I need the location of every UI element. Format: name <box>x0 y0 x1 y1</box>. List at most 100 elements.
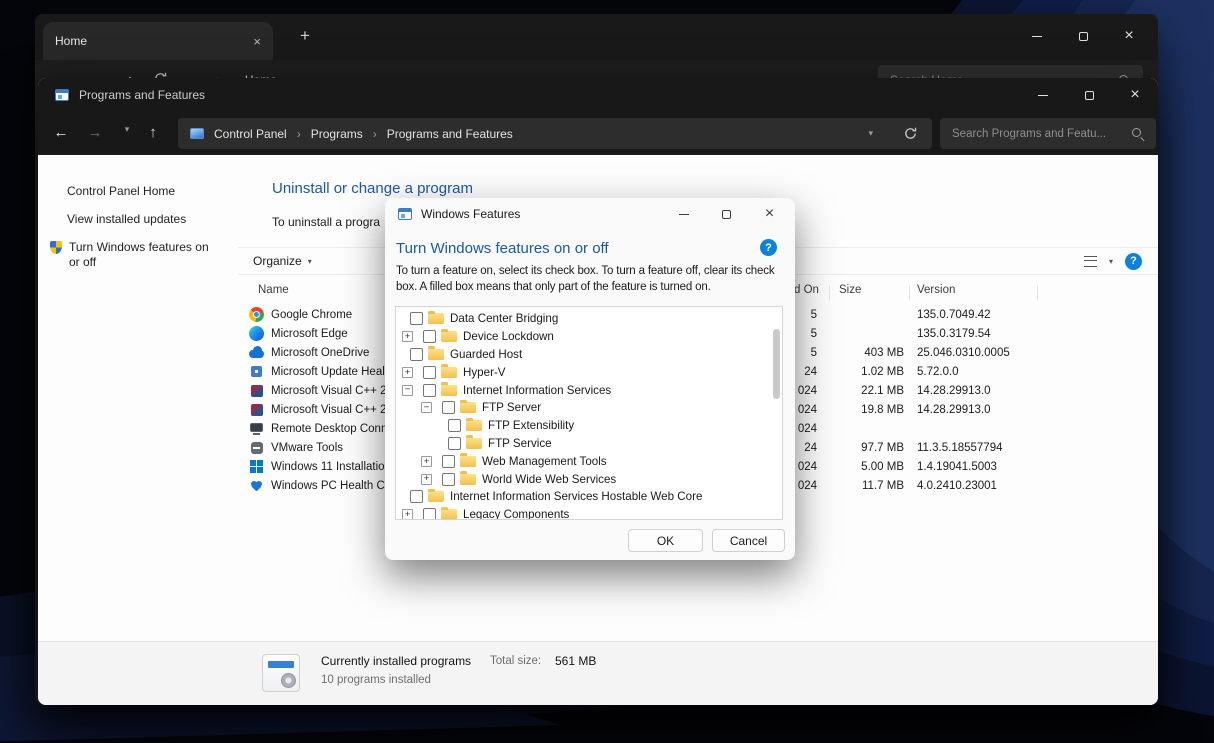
search-icon <box>1131 127 1144 140</box>
feature-checkbox[interactable] <box>448 419 461 432</box>
folder-icon <box>428 313 444 324</box>
minimize-button[interactable] <box>1014 18 1060 54</box>
back-icon[interactable]: ← <box>46 124 76 141</box>
breadcrumb[interactable]: Control Panel Programs Programs and Feat… <box>178 118 932 149</box>
sidebar-item-view-installed-updates[interactable]: View installed updates <box>38 205 238 233</box>
version-cell: 135.0.7049.42 <box>909 309 1037 321</box>
expand-icon[interactable]: + <box>421 456 432 467</box>
feature-checkbox[interactable] <box>423 508 436 520</box>
folder-icon <box>441 331 457 342</box>
column-divider[interactable] <box>909 285 910 300</box>
feature-row[interactable]: − Internet Information Services <box>396 381 782 399</box>
help-icon[interactable]: ? <box>1125 253 1142 270</box>
column-divider[interactable] <box>1037 285 1038 300</box>
search-box[interactable]: Search Programs and Featu... <box>940 118 1156 149</box>
features-tree: Data Center Bridging+Device Lockdown Guar… <box>395 306 783 520</box>
breadcrumb-item[interactable]: Control Panel <box>214 127 287 141</box>
address-dropdown-icon[interactable]: ▾ <box>868 128 873 139</box>
column-header-installed-on[interactable]: d On <box>794 284 819 296</box>
folder-icon <box>460 456 476 467</box>
up-icon[interactable]: ↑ <box>138 124 168 141</box>
version-cell: 1.4.19041.5003 <box>909 461 1037 473</box>
version-cell: 5.72.0.0 <box>909 366 1037 378</box>
column-header-version[interactable]: Version <box>917 284 955 296</box>
breadcrumb-item[interactable]: Programs <box>311 127 363 141</box>
folder-icon <box>441 385 457 396</box>
collapse-icon[interactable]: − <box>421 402 432 413</box>
version-cell: 14.28.29913.0 <box>909 404 1037 416</box>
feature-checkbox[interactable] <box>442 455 455 468</box>
feature-checkbox[interactable] <box>448 437 461 450</box>
feature-checkbox[interactable] <box>423 330 436 343</box>
feature-row[interactable]: + Hyper-V <box>396 363 782 381</box>
column-divider[interactable] <box>829 285 830 300</box>
dialog-description: To turn a feature on, select its check b… <box>396 264 778 295</box>
feature-label: Legacy Components <box>463 508 569 520</box>
feature-checkbox[interactable] <box>423 366 436 379</box>
feature-checkbox[interactable] <box>410 490 423 503</box>
folder-icon <box>441 367 457 378</box>
column-header-name[interactable]: Name <box>258 284 289 296</box>
collapse-icon[interactable]: − <box>402 385 413 396</box>
program-name: Microsoft OneDrive <box>271 347 369 359</box>
new-tab-button[interactable] <box>293 26 317 46</box>
view-options-icon[interactable] <box>1084 256 1097 267</box>
feature-label: Hyper-V <box>463 366 506 379</box>
feature-row[interactable]: +World Wide Web Services <box>396 470 782 488</box>
size-cell: 5.00 MB <box>829 461 909 473</box>
feature-row[interactable]: Internet Information Services Hostable W… <box>396 488 782 506</box>
tab-close-icon[interactable] <box>253 34 261 49</box>
refresh-icon[interactable] <box>903 126 918 141</box>
close-button[interactable] <box>748 199 791 229</box>
maximize-button[interactable] <box>1066 78 1112 112</box>
feature-row[interactable]: −FTP Server <box>396 399 782 417</box>
breadcrumb-item[interactable]: Programs and Features <box>387 127 513 141</box>
vc-icon <box>249 383 264 398</box>
health-icon <box>249 478 264 493</box>
feature-checkbox[interactable] <box>423 384 436 397</box>
forward-icon[interactable]: → <box>80 124 110 141</box>
feature-checkbox[interactable] <box>442 473 455 486</box>
feature-row[interactable]: +Device Lockdown <box>396 328 782 346</box>
cancel-button[interactable]: Cancel <box>712 529 785 552</box>
expand-icon[interactable]: + <box>421 474 432 485</box>
column-header-size[interactable]: Size <box>839 284 861 296</box>
windows-features-icon <box>398 208 412 220</box>
expand-icon[interactable]: + <box>402 509 413 520</box>
ok-button[interactable]: OK <box>628 529 703 552</box>
feature-row[interactable]: FTP Service <box>396 435 782 453</box>
close-button[interactable] <box>1106 18 1152 54</box>
scrollbar-thumb[interactable] <box>773 329 780 399</box>
expand-icon[interactable]: + <box>402 367 413 378</box>
feature-row[interactable]: + Legacy Components <box>396 506 782 520</box>
feature-row[interactable]: +Web Management Tools <box>396 452 782 470</box>
feature-row[interactable]: Guarded Host <box>396 346 782 364</box>
sidebar-item-turn-windows-features[interactable]: Turn Windows features on or off <box>38 233 238 277</box>
organize-button[interactable]: Organize <box>253 254 302 268</box>
size-cell: 1.02 MB <box>829 366 909 378</box>
feature-checkbox[interactable] <box>410 312 423 325</box>
maximize-button[interactable] <box>1060 18 1106 54</box>
folder-icon <box>441 509 457 520</box>
program-name: Microsoft Update Heal <box>271 366 385 378</box>
help-icon[interactable]: ? <box>760 239 777 256</box>
minimize-button[interactable] <box>1020 78 1066 112</box>
folder-icon <box>466 438 482 449</box>
program-name: Windows 11 Installatio <box>271 461 385 473</box>
folder-icon <box>460 474 476 485</box>
close-button[interactable] <box>1112 78 1158 112</box>
feature-checkbox[interactable] <box>442 401 455 414</box>
feature-checkbox[interactable] <box>410 348 423 361</box>
program-name: VMware Tools <box>271 442 343 454</box>
onedrive-icon <box>249 345 264 360</box>
feature-row[interactable]: FTP Extensibility <box>396 417 782 435</box>
explorer-tab-home[interactable]: Home <box>43 22 273 60</box>
maximize-button[interactable] <box>705 199 748 229</box>
feature-label: Internet Information Services <box>463 384 611 397</box>
feature-label: Guarded Host <box>450 348 522 361</box>
feature-row[interactable]: Data Center Bridging <box>396 310 782 328</box>
expand-icon[interactable]: + <box>402 331 413 342</box>
sidebar-item-control-panel-home[interactable]: Control Panel Home <box>38 177 238 205</box>
minimize-button[interactable] <box>662 199 705 229</box>
dialog-title-bar: Windows Features <box>385 198 795 230</box>
